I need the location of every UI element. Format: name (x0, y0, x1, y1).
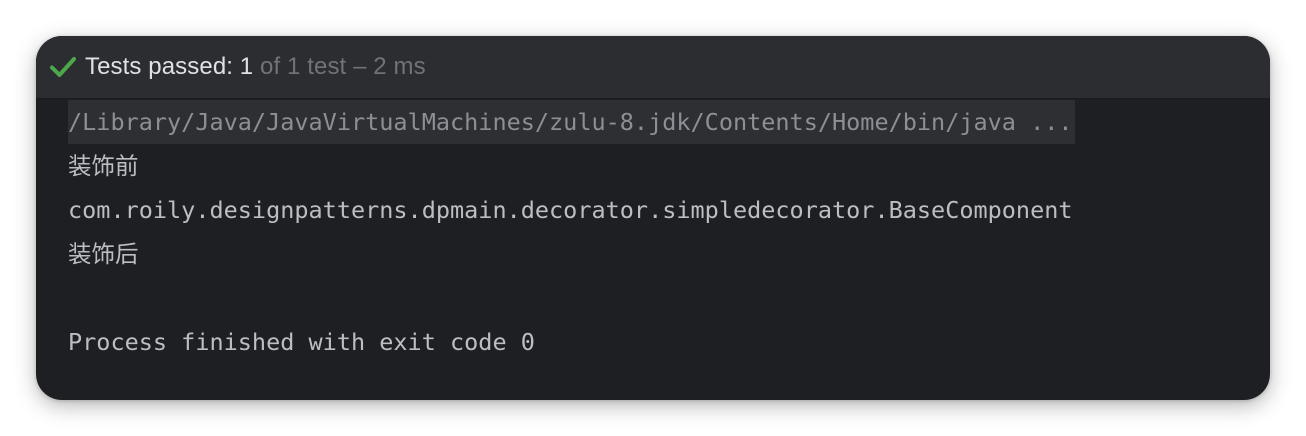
tests-passed-label: Tests passed: 1 (85, 53, 254, 80)
console-line: com.roily.designpatterns.dpmain.decorato… (68, 196, 1073, 224)
run-tool-window: Tests passed: 1 of 1 test – 2 ms /Librar… (36, 36, 1270, 400)
console-command-line[interactable]: /Library/Java/JavaVirtualMachines/zulu-8… (68, 100, 1075, 144)
test-status-bar: Tests passed: 1 of 1 test – 2 ms (36, 36, 1270, 99)
test-status-text: Tests passed: 1 of 1 test – 2 ms (85, 53, 426, 81)
console-output[interactable]: /Library/Java/JavaVirtualMachines/zulu-8… (36, 99, 1270, 400)
test-status-detail: of 1 test – 2 ms (253, 53, 426, 80)
console-line: 装饰前 (68, 152, 139, 180)
process-exit-line: Process finished with exit code 0 (68, 328, 535, 356)
console-line: 装饰后 (68, 240, 139, 268)
check-icon (50, 57, 76, 77)
